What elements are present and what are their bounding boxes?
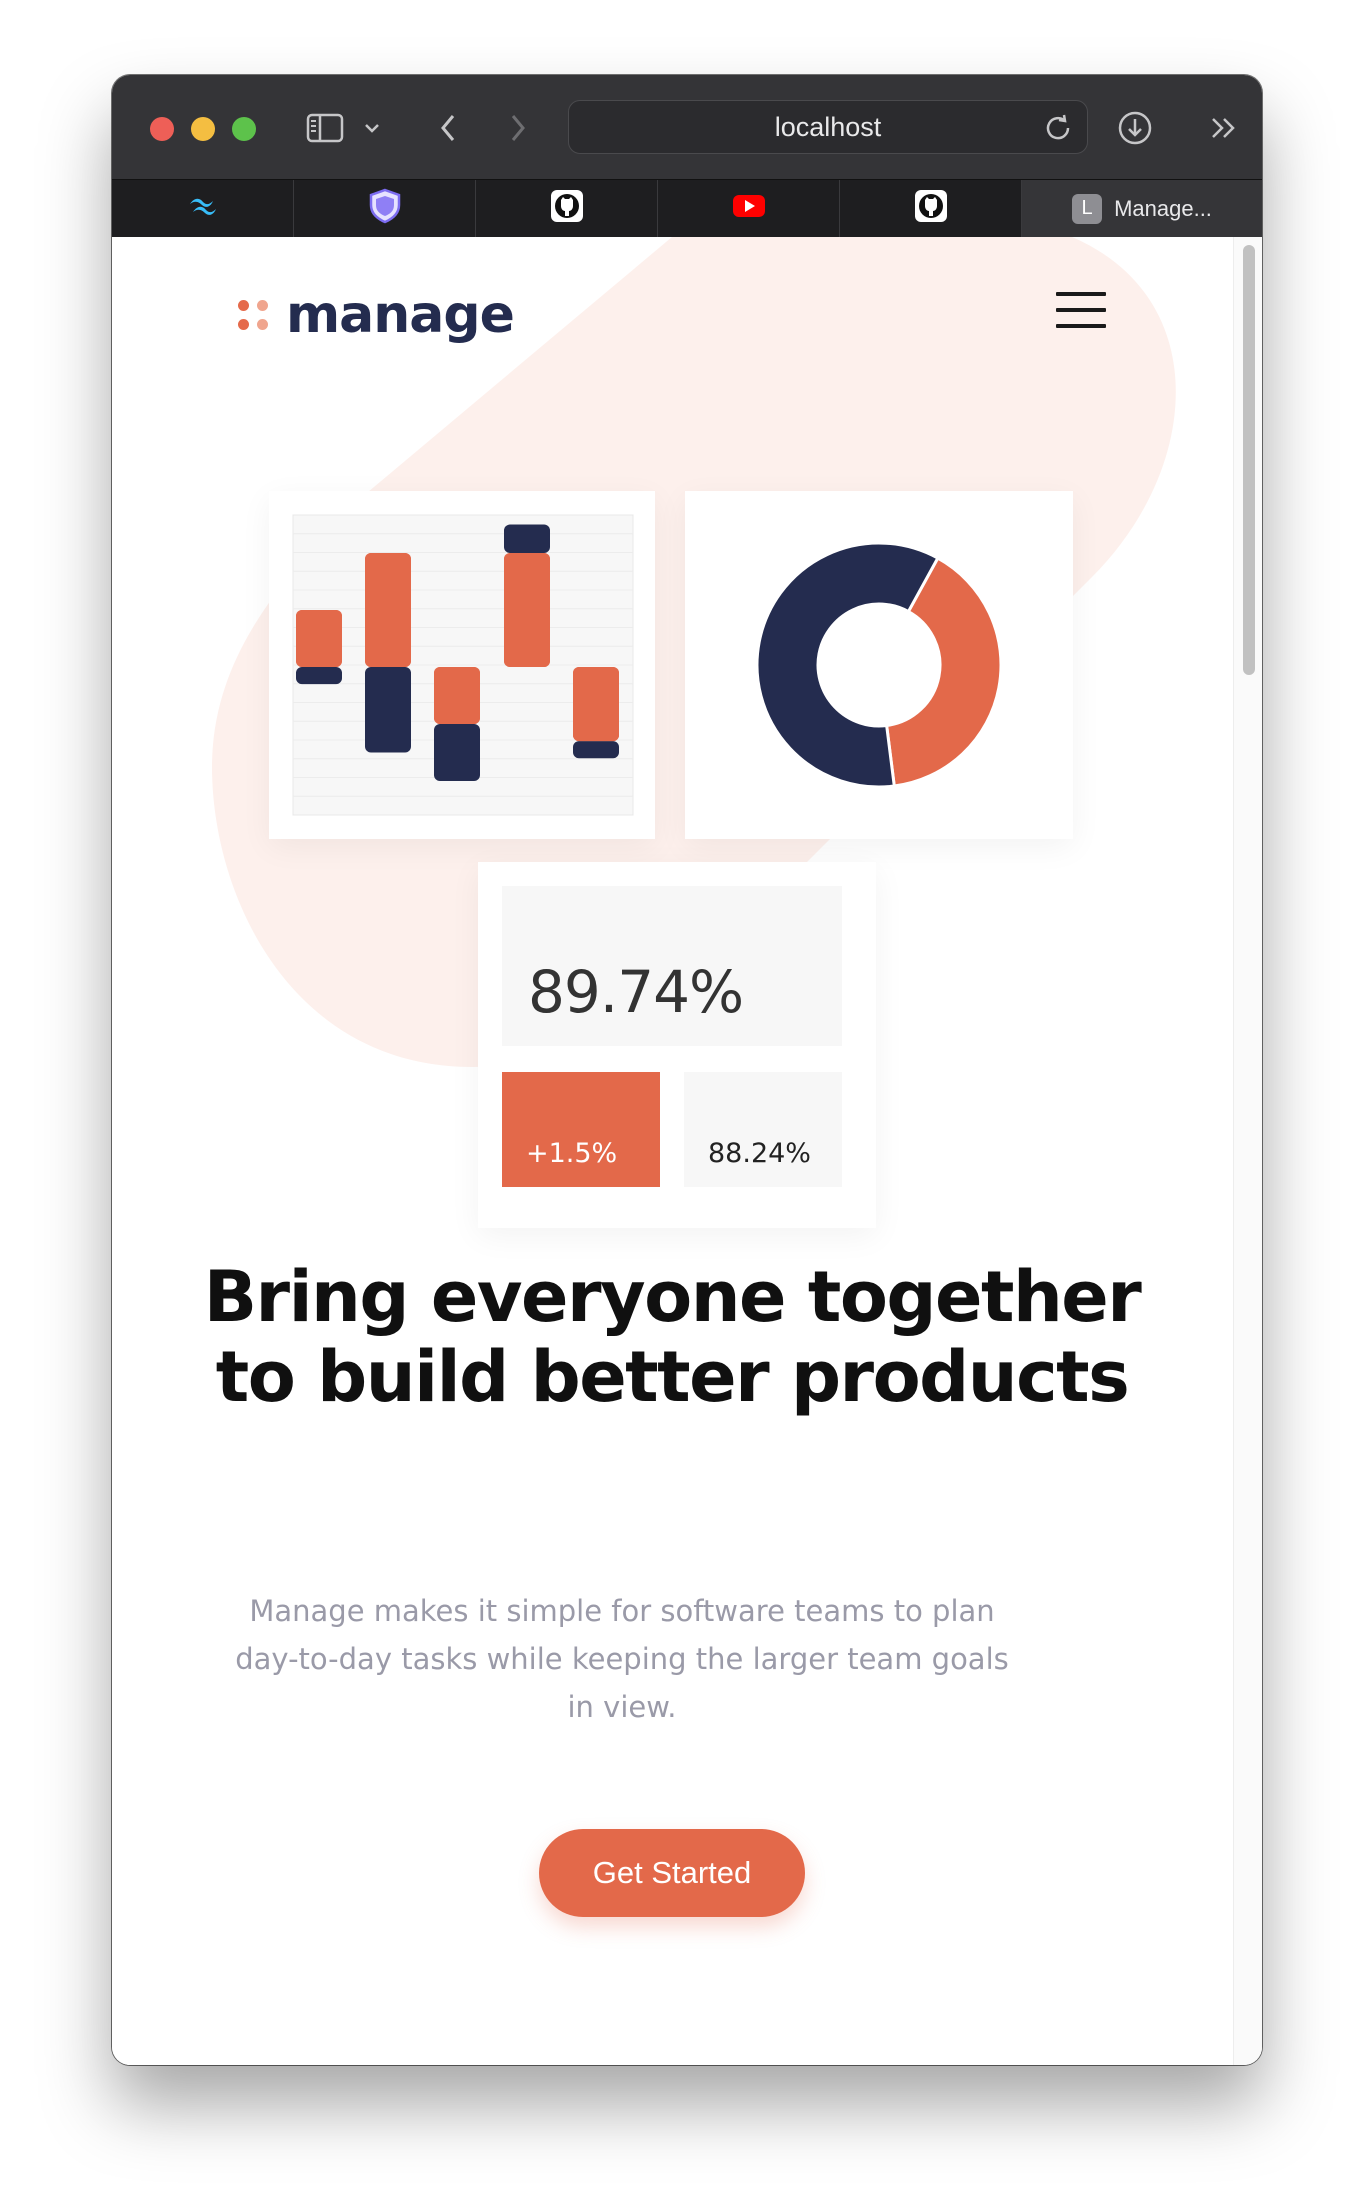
tab-youtube[interactable]: [658, 180, 840, 237]
hero-headline-line2: to build better products: [215, 1336, 1130, 1418]
scrollbar[interactable]: [1233, 237, 1262, 2065]
page-viewport: manage 89.74% +1.5% 88.24% Bring everyon…: [112, 237, 1262, 2065]
bar-segment: [434, 724, 480, 781]
zoom-window-button[interactable]: [232, 117, 256, 141]
bar-chart: [292, 514, 634, 816]
bar-segment: [573, 741, 619, 759]
stats-card: 89.74% +1.5% 88.24%: [478, 862, 876, 1228]
github-icon: [550, 189, 584, 228]
bar-segment: [573, 667, 619, 742]
bar-segment: [504, 553, 550, 667]
get-started-button[interactable]: Get Started: [539, 1829, 805, 1917]
bar-segment: [296, 667, 342, 685]
chevron-down-icon[interactable]: [358, 105, 386, 151]
stat-main-value: 89.74%: [528, 958, 744, 1026]
tab-tailwind[interactable]: [112, 180, 294, 237]
tab-github[interactable]: [476, 180, 658, 237]
shield-icon: [368, 188, 402, 229]
github-icon: [914, 189, 948, 228]
stat-secondary-value: 88.24%: [708, 1138, 811, 1169]
scrollbar-thumb[interactable]: [1243, 245, 1255, 675]
stat-main-panel: 89.74%: [502, 886, 842, 1046]
forward-icon[interactable]: [500, 105, 536, 151]
tab-github-2[interactable]: [840, 180, 1022, 237]
reload-icon[interactable]: [1043, 113, 1073, 148]
address-bar[interactable]: localhost: [568, 100, 1088, 154]
sidebar-toggle-icon[interactable]: [302, 105, 348, 151]
logo-text: manage: [286, 285, 515, 345]
bar-segment: [434, 667, 480, 724]
hero-headline-line1: Bring everyone together: [203, 1256, 1142, 1338]
bar-segment: [365, 553, 411, 667]
bar-segment: [365, 667, 411, 753]
bar-segment: [296, 610, 342, 667]
hero-headline: Bring everyone together to build better …: [172, 1257, 1172, 1417]
logo[interactable]: manage: [238, 285, 515, 345]
more-tabs-icon[interactable]: [1204, 105, 1244, 151]
back-icon[interactable]: [430, 105, 466, 151]
stat-change-value: +1.5%: [526, 1138, 618, 1169]
youtube-icon: [732, 194, 766, 223]
donut-chart-card: [685, 491, 1073, 839]
url-text: localhost: [774, 111, 882, 142]
close-window-button[interactable]: [150, 117, 174, 141]
minimize-window-button[interactable]: [191, 117, 215, 141]
browser-window: localhost L Manage... manage 89.74% +1.5…: [112, 75, 1262, 2065]
tab-title: Manage...: [1114, 195, 1212, 221]
browser-titlebar: localhost: [112, 75, 1262, 179]
logo-mark-icon: [238, 300, 268, 330]
letter-avatar-icon: L: [1072, 193, 1103, 224]
donut-chart: [755, 541, 1003, 789]
tab-bar: L Manage...: [112, 179, 1262, 237]
bar-chart-card: [269, 491, 655, 839]
bar-segment: [504, 524, 550, 553]
stat-secondary-panel: 88.24%: [684, 1072, 842, 1187]
hamburger-icon[interactable]: [1056, 292, 1106, 328]
tab-manage[interactable]: L Manage...: [1022, 180, 1262, 237]
download-icon[interactable]: [1112, 105, 1158, 151]
hero-description: Manage makes it simple for software team…: [235, 1594, 1009, 1724]
tailwind-icon: [186, 195, 220, 222]
stat-change-panel: +1.5%: [502, 1072, 660, 1187]
tab-shield[interactable]: [294, 180, 476, 237]
